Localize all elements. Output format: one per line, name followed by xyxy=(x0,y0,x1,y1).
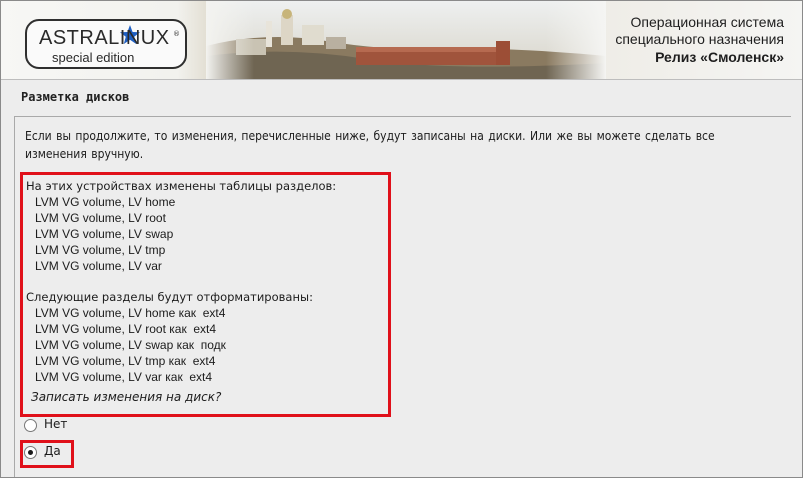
format-heading: Следующие разделы будут отформатированы: xyxy=(26,290,313,304)
format-item: LVM VG volume, LV tmp как ext4 xyxy=(35,354,216,368)
radio-no[interactable] xyxy=(24,419,37,432)
astralinux-logo: ASTRALINUX ® special edition xyxy=(25,19,187,69)
radio-yes[interactable] xyxy=(24,446,37,459)
registered-mark: ® xyxy=(173,30,180,38)
intro-text: Если вы продолжите, то изменения, перечи… xyxy=(25,129,715,161)
format-item: LVM VG volume, LV home как ext4 xyxy=(35,306,226,320)
table-item: LVM VG volume, LV home xyxy=(35,195,176,209)
table-item: LVM VG volume, LV var xyxy=(35,259,162,273)
format-item: LVM VG volume, LV root как ext4 xyxy=(35,322,217,336)
logo-title: ASTRALINUX xyxy=(39,27,170,49)
page-title: Разметка дисков xyxy=(21,90,130,104)
installer-window: ASTRALINUX ® special edition Операционна… xyxy=(0,0,803,478)
os-name-line1: Операционная система xyxy=(630,14,784,30)
header-banner: ASTRALINUX ® special edition Операционна… xyxy=(1,1,802,80)
option-no-label[interactable]: Нет xyxy=(44,417,67,431)
logo-subtitle: special edition xyxy=(52,50,135,65)
format-item: LVM VG volume, LV swap как подк xyxy=(35,338,226,352)
os-release: Релиз «Смоленск» xyxy=(655,49,784,65)
smolensk-panorama-image xyxy=(206,1,606,79)
content-panel: Если вы продолжите, то изменения, перечи… xyxy=(14,116,791,477)
option-yes-label[interactable]: Да xyxy=(44,444,61,458)
table-item: LVM VG volume, LV tmp xyxy=(35,243,166,257)
os-name-line2: специального назначения xyxy=(615,31,784,47)
table-item: LVM VG volume, LV swap xyxy=(35,227,174,241)
format-item: LVM VG volume, LV var как ext4 xyxy=(35,370,213,384)
tables-heading: На этих устройствах изменены таблицы раз… xyxy=(26,179,337,193)
table-item: LVM VG volume, LV root xyxy=(35,211,166,225)
confirm-question: Записать изменения на диск? xyxy=(31,390,222,404)
changes-summary-box: На этих устройствах изменены таблицы раз… xyxy=(20,172,391,417)
